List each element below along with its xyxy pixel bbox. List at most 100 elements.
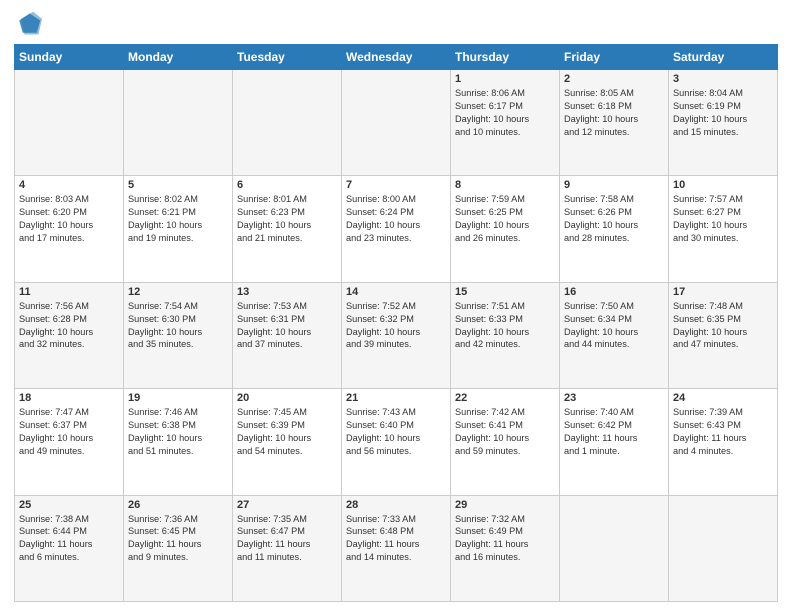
day-info: Sunrise: 7:50 AM Sunset: 6:34 PM Dayligh… xyxy=(564,300,664,352)
logo xyxy=(14,10,46,38)
day-number: 12 xyxy=(128,286,228,298)
calendar-cell: 9Sunrise: 7:58 AM Sunset: 6:26 PM Daylig… xyxy=(560,176,669,282)
day-number: 23 xyxy=(564,392,664,404)
day-number: 26 xyxy=(128,499,228,511)
day-info: Sunrise: 7:52 AM Sunset: 6:32 PM Dayligh… xyxy=(346,300,446,352)
day-number: 2 xyxy=(564,73,664,85)
day-number: 28 xyxy=(346,499,446,511)
day-info: Sunrise: 7:51 AM Sunset: 6:33 PM Dayligh… xyxy=(455,300,555,352)
calendar-cell xyxy=(233,70,342,176)
calendar-cell: 21 Sunrise: 7:43 AM Sunset: 6:40 PM Dayli… xyxy=(342,389,451,495)
day-info: Sunrise: 7:54 AM Sunset: 6:30 PM Dayligh… xyxy=(128,300,228,352)
day-number: 1 xyxy=(455,73,555,85)
calendar-cell xyxy=(560,495,669,601)
day-number: 20 xyxy=(237,392,337,404)
calendar-header-row: SundayMondayTuesdayWednesdayThursdayFrid… xyxy=(15,45,778,70)
calendar-cell: 1 Sunrise: 8:06 AM Sunset: 6:17 PM Daylig… xyxy=(451,70,560,176)
calendar-week-row: 11 Sunrise: 7:56 AM Sunset: 6:28 PM Dayli… xyxy=(15,282,778,388)
day-info: Sunrise: 7:35 AM Sunset: 6:47 PM Dayligh… xyxy=(237,513,337,565)
day-number: 4 xyxy=(19,179,119,191)
calendar-cell: 2 Sunrise: 8:05 AM Sunset: 6:18 PM Daylig… xyxy=(560,70,669,176)
day-number: 11 xyxy=(19,286,119,298)
day-number: 29 xyxy=(455,499,555,511)
calendar-cell: 17Sunrise: 7:48 AM Sunset: 6:35 PM Dayli… xyxy=(669,282,778,388)
day-info: Sunrise: 7:39 AM Sunset: 6:43 PM Dayligh… xyxy=(673,406,773,458)
calendar-cell: 13 Sunrise: 7:53 AM Sunset: 6:31 PM Dayli… xyxy=(233,282,342,388)
calendar-cell: 18 Sunrise: 7:47 AM Sunset: 6:37 PM Dayli… xyxy=(15,389,124,495)
calendar-cell: 8 Sunrise: 7:59 AM Sunset: 6:25 PM Daylig… xyxy=(451,176,560,282)
calendar-cell: 28 Sunrise: 7:33 AM Sunset: 6:48 PM Dayli… xyxy=(342,495,451,601)
weekday-header: Saturday xyxy=(669,45,778,70)
day-number: 5 xyxy=(128,179,228,191)
calendar-cell xyxy=(669,495,778,601)
calendar-cell: 29 Sunrise: 7:32 AM Sunset: 6:49 PM Dayli… xyxy=(451,495,560,601)
day-number: 22 xyxy=(455,392,555,404)
day-info: Sunrise: 7:33 AM Sunset: 6:48 PM Dayligh… xyxy=(346,513,446,565)
calendar-cell: 3 Sunrise: 8:04 AM Sunset: 6:19 PM Daylig… xyxy=(669,70,778,176)
calendar-cell: 26Sunrise: 7:36 AM Sunset: 6:45 PM Dayli… xyxy=(124,495,233,601)
day-number: 21 xyxy=(346,392,446,404)
day-number: 19 xyxy=(128,392,228,404)
weekday-header: Thursday xyxy=(451,45,560,70)
day-number: 25 xyxy=(19,499,119,511)
weekday-header: Friday xyxy=(560,45,669,70)
day-number: 7 xyxy=(346,179,446,191)
page: SundayMondayTuesdayWednesdayThursdayFrid… xyxy=(0,0,792,612)
calendar-cell: 27 Sunrise: 7:35 AM Sunset: 6:47 PM Dayli… xyxy=(233,495,342,601)
calendar-table: SundayMondayTuesdayWednesdayThursdayFrid… xyxy=(14,44,778,602)
logo-icon xyxy=(14,10,42,38)
day-info: Sunrise: 7:46 AM Sunset: 6:38 PM Dayligh… xyxy=(128,406,228,458)
calendar-week-row: 25 Sunrise: 7:38 AM Sunset: 6:44 PM Dayli… xyxy=(15,495,778,601)
calendar-cell xyxy=(342,70,451,176)
calendar-cell: 22 Sunrise: 7:42 AM Sunset: 6:41 PM Dayli… xyxy=(451,389,560,495)
day-number: 18 xyxy=(19,392,119,404)
day-info: Sunrise: 8:01 AM Sunset: 6:23 PM Dayligh… xyxy=(237,193,337,245)
calendar-week-row: 1 Sunrise: 8:06 AM Sunset: 6:17 PM Daylig… xyxy=(15,70,778,176)
calendar-cell: 6Sunrise: 8:01 AM Sunset: 6:23 PM Daylig… xyxy=(233,176,342,282)
day-info: Sunrise: 8:03 AM Sunset: 6:20 PM Dayligh… xyxy=(19,193,119,245)
calendar-cell: 10 Sunrise: 7:57 AM Sunset: 6:27 PM Dayli… xyxy=(669,176,778,282)
calendar-cell: 12 Sunrise: 7:54 AM Sunset: 6:30 PM Dayli… xyxy=(124,282,233,388)
calendar-cell: 24Sunrise: 7:39 AM Sunset: 6:43 PM Dayli… xyxy=(669,389,778,495)
day-info: Sunrise: 8:06 AM Sunset: 6:17 PM Dayligh… xyxy=(455,87,555,139)
day-info: Sunrise: 7:47 AM Sunset: 6:37 PM Dayligh… xyxy=(19,406,119,458)
day-info: Sunrise: 7:59 AM Sunset: 6:25 PM Dayligh… xyxy=(455,193,555,245)
calendar-week-row: 4 Sunrise: 8:03 AM Sunset: 6:20 PM Daylig… xyxy=(15,176,778,282)
calendar-cell: 4 Sunrise: 8:03 AM Sunset: 6:20 PM Daylig… xyxy=(15,176,124,282)
day-number: 27 xyxy=(237,499,337,511)
day-info: Sunrise: 7:40 AM Sunset: 6:42 PM Dayligh… xyxy=(564,406,664,458)
day-info: Sunrise: 7:58 AM Sunset: 6:26 PM Dayligh… xyxy=(564,193,664,245)
calendar-cell xyxy=(15,70,124,176)
day-info: Sunrise: 7:43 AM Sunset: 6:40 PM Dayligh… xyxy=(346,406,446,458)
day-info: Sunrise: 7:32 AM Sunset: 6:49 PM Dayligh… xyxy=(455,513,555,565)
calendar-cell: 15 Sunrise: 7:51 AM Sunset: 6:33 PM Dayli… xyxy=(451,282,560,388)
day-number: 14 xyxy=(346,286,446,298)
calendar-cell: 20Sunrise: 7:45 AM Sunset: 6:39 PM Dayli… xyxy=(233,389,342,495)
day-info: Sunrise: 7:56 AM Sunset: 6:28 PM Dayligh… xyxy=(19,300,119,352)
day-info: Sunrise: 7:42 AM Sunset: 6:41 PM Dayligh… xyxy=(455,406,555,458)
day-number: 8 xyxy=(455,179,555,191)
day-number: 17 xyxy=(673,286,773,298)
day-info: Sunrise: 7:38 AM Sunset: 6:44 PM Dayligh… xyxy=(19,513,119,565)
calendar-cell: 23 Sunrise: 7:40 AM Sunset: 6:42 PM Dayli… xyxy=(560,389,669,495)
weekday-header: Monday xyxy=(124,45,233,70)
day-info: Sunrise: 8:04 AM Sunset: 6:19 PM Dayligh… xyxy=(673,87,773,139)
day-info: Sunrise: 8:02 AM Sunset: 6:21 PM Dayligh… xyxy=(128,193,228,245)
calendar-cell: 11 Sunrise: 7:56 AM Sunset: 6:28 PM Dayli… xyxy=(15,282,124,388)
calendar-cell xyxy=(124,70,233,176)
day-number: 13 xyxy=(237,286,337,298)
weekday-header: Sunday xyxy=(15,45,124,70)
day-info: Sunrise: 8:05 AM Sunset: 6:18 PM Dayligh… xyxy=(564,87,664,139)
day-number: 3 xyxy=(673,73,773,85)
calendar-cell: 14 Sunrise: 7:52 AM Sunset: 6:32 PM Dayli… xyxy=(342,282,451,388)
day-info: Sunrise: 7:53 AM Sunset: 6:31 PM Dayligh… xyxy=(237,300,337,352)
day-number: 15 xyxy=(455,286,555,298)
calendar-cell: 7Sunrise: 8:00 AM Sunset: 6:24 PM Daylig… xyxy=(342,176,451,282)
day-info: Sunrise: 7:57 AM Sunset: 6:27 PM Dayligh… xyxy=(673,193,773,245)
calendar-cell: 25 Sunrise: 7:38 AM Sunset: 6:44 PM Dayli… xyxy=(15,495,124,601)
day-number: 16 xyxy=(564,286,664,298)
calendar-cell: 5 Sunrise: 8:02 AM Sunset: 6:21 PM Daylig… xyxy=(124,176,233,282)
day-number: 10 xyxy=(673,179,773,191)
header xyxy=(14,10,778,38)
calendar-cell: 16 Sunrise: 7:50 AM Sunset: 6:34 PM Dayli… xyxy=(560,282,669,388)
